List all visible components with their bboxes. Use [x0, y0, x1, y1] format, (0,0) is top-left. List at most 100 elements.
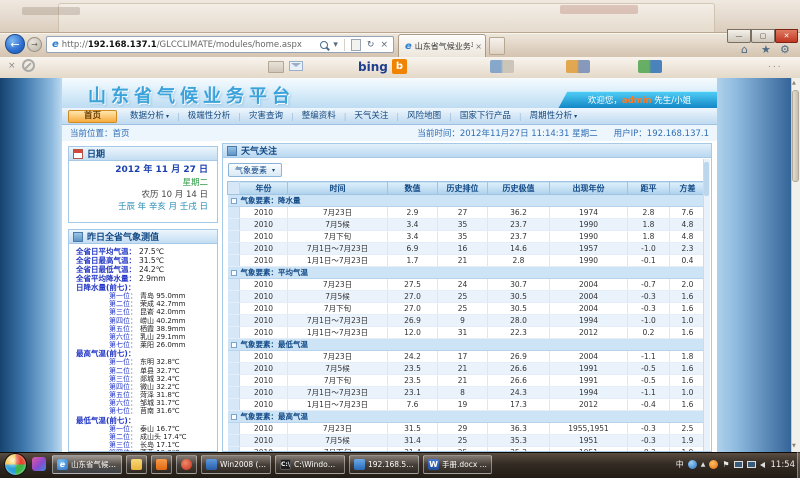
nav-item-2[interactable]: 极端性分析 [180, 110, 239, 123]
section-header-row[interactable]: 气象要素：降水量 [228, 195, 706, 207]
nav-item-4[interactable]: 整编资料 [294, 110, 344, 123]
nav-item-0[interactable]: 首页 [68, 110, 117, 123]
url-protocol: http:// [62, 40, 88, 50]
address-bar[interactable]: e http://192.168.137.1/GLCCLIMATE/module… [46, 36, 394, 53]
maximize-button[interactable]: ▢ [751, 29, 775, 43]
collapse-checkbox[interactable] [231, 270, 237, 276]
table-cell: 1月1日～7月23日 [288, 399, 388, 411]
compatibility-view-icon[interactable] [351, 39, 361, 51]
table-cell: -0.7 [628, 279, 670, 291]
refresh-icon[interactable]: ↻ [367, 40, 375, 50]
table-row: 20107月1日～7月23日23.1824.31994-1.11.0 [228, 387, 706, 399]
row-indent-cell [228, 375, 240, 387]
taskbar-button[interactable] [126, 455, 147, 474]
taskbar-button-label: 山东省气候业... [71, 459, 117, 470]
element-selector-button[interactable]: 气象要素 ▾ [228, 163, 282, 177]
section-header-cell: 气象要素：最高气温 [228, 411, 706, 423]
table-cell: 30.7 [488, 279, 550, 291]
weather-table: 年份时间数值历史排位历史极值出现年份距平方差气象要素：降水量20107月23日2… [227, 181, 706, 452]
panel-scrollbar-thumb[interactable] [704, 162, 709, 196]
table-cell: 23.7 [488, 231, 550, 243]
table-cell: 36.3 [488, 423, 550, 435]
section-header-cell: 气象要素：最低气温 [228, 339, 706, 351]
nav-item-1[interactable]: 数据分析▾ [122, 110, 177, 123]
scroll-down-icon[interactable]: ▼ [792, 443, 796, 449]
table-cell: 1955,1951 [550, 423, 628, 435]
bing-app-icon[interactable]: b [392, 59, 407, 74]
close-button[interactable]: ✕ [775, 29, 798, 43]
collapse-checkbox[interactable] [231, 198, 237, 204]
scrollbar-thumb[interactable] [792, 90, 799, 182]
toolbar-plugin-icon-1[interactable] [490, 60, 514, 73]
taskbar-button[interactable]: 192.168.59.99... [349, 455, 419, 474]
toolbar-plugin-icon-3[interactable] [638, 60, 662, 73]
network-icon[interactable] [734, 461, 743, 468]
browser-tray-icon[interactable] [709, 460, 718, 469]
tools-gear-icon[interactable]: ⚙ [780, 44, 790, 56]
table-row: 20107月23日31.52936.31955,1951-0.32.5 [228, 423, 706, 435]
row-indent-cell [228, 315, 240, 327]
display-icon[interactable] [747, 461, 756, 468]
card-icon[interactable] [268, 61, 284, 73]
section-header-row[interactable]: 气象要素：平均气温 [228, 267, 706, 279]
rank-value: 成山头 17.4℃ [140, 433, 187, 441]
nav-item-3[interactable]: 灾害查询 [241, 110, 291, 123]
new-tab-button[interactable] [489, 37, 505, 55]
rank-line: 第二位：单县 32.7℃ [69, 367, 217, 375]
collapse-checkbox[interactable] [231, 342, 237, 348]
scroll-up-icon[interactable]: ▲ [792, 80, 796, 86]
taskbar-button[interactable]: Win2008 (VS2... [201, 455, 271, 474]
taskbar-button[interactable]: W手册.docx ... [423, 455, 492, 474]
toolbar-close-icon[interactable]: × [8, 61, 16, 71]
nav-item-8[interactable]: 周期性分析▾ [522, 110, 586, 123]
network-globe-icon[interactable] [688, 460, 697, 469]
section-label: 气象要素：最低气温 [241, 340, 309, 349]
bing-logo[interactable]: bing [358, 60, 388, 74]
forward-button[interactable]: → [27, 37, 42, 52]
nav-item-label: 国家下行产品 [460, 110, 511, 123]
quick-launch-icon[interactable] [32, 457, 46, 471]
taskbar-button[interactable] [176, 455, 197, 474]
calendar-ganzhi: 壬辰 年 辛亥 月 壬戌 日 [69, 201, 208, 213]
minimize-button[interactable]: — [727, 29, 751, 43]
start-button[interactable] [4, 453, 27, 476]
taskbar-button[interactable] [151, 455, 172, 474]
current-time: 当前时间：2012年11月27日 11:14:31 星期二 [417, 127, 597, 139]
taskbar-button[interactable]: C:\C:\Windows\s... [275, 455, 345, 474]
row-indent-cell [228, 363, 240, 375]
search-dropdown-icon[interactable]: ▾ [333, 40, 338, 50]
nav-item-6[interactable]: 风险地图 [399, 110, 449, 123]
rank-label: 第一位： [109, 358, 137, 366]
section-label: 气象要素：平均气温 [241, 268, 309, 277]
speaker-icon[interactable] [760, 462, 765, 468]
toolbar-plugin-icon-2[interactable] [566, 60, 590, 73]
taskbar-button[interactable]: e山东省气候业... [52, 455, 122, 474]
table-cell: 36.2 [488, 207, 550, 219]
taskbar-clock[interactable]: 11:54 [771, 460, 796, 470]
search-icon[interactable] [320, 41, 328, 49]
nav-item-7[interactable]: 国家下行产品 [452, 110, 519, 123]
favorites-star-icon[interactable]: ★ [761, 44, 771, 56]
page-body: 山东省气候业务平台 欢迎您，admin 先生/小姐 首页数据分析▾|极端性分析|… [62, 78, 717, 452]
section-header-row[interactable]: 气象要素：最高气温 [228, 411, 706, 423]
ime-indicator[interactable]: 中 [676, 459, 684, 470]
table-cell: 2010 [240, 291, 288, 303]
panel-scrollbar[interactable] [703, 159, 710, 451]
stop-icon[interactable]: × [380, 40, 388, 50]
browser-tab[interactable]: e 山东省气候业务平... × [398, 34, 486, 57]
nav-item-5[interactable]: 天气关注 [346, 110, 396, 123]
show-hidden-icons[interactable]: ▲ [701, 461, 706, 468]
column-header: 历史排位 [438, 182, 488, 195]
action-center-flag-icon[interactable]: ⚑ [722, 460, 729, 469]
table-cell: 2004 [550, 291, 628, 303]
rank-label: 第二位： [109, 300, 137, 308]
vm-icon [206, 459, 217, 470]
mail-icon[interactable] [289, 61, 303, 71]
collapse-checkbox[interactable] [231, 414, 237, 420]
back-button[interactable]: ← [5, 34, 25, 54]
section-header-row[interactable]: 气象要素：最低气温 [228, 339, 706, 351]
home-icon[interactable]: ⌂ [741, 44, 748, 56]
table-cell: 28.0 [488, 315, 550, 327]
tab-close-icon[interactable]: × [475, 42, 482, 51]
toolbar-overflow-icon[interactable]: ... [768, 60, 783, 70]
